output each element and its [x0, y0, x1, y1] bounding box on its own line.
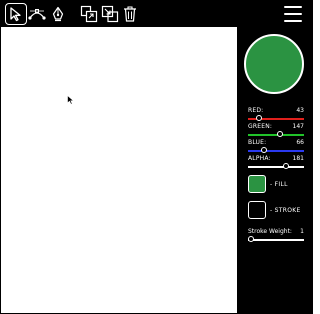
- blue-label: BLUE:: [248, 139, 267, 146]
- pen-nib-icon: [52, 6, 64, 22]
- send-backward-icon: [101, 5, 119, 23]
- stroke-row[interactable]: - STROKE: [248, 200, 301, 220]
- green-value: 147: [292, 123, 304, 130]
- alpha-value: 181: [292, 155, 304, 162]
- red-knob[interactable]: [256, 115, 263, 121]
- green-label: GREEN:: [248, 123, 273, 130]
- pen-tool-button[interactable]: [48, 4, 68, 24]
- node-tool-button[interactable]: [27, 4, 47, 24]
- toolbar: [1, 1, 312, 27]
- fill-swatch[interactable]: [248, 175, 266, 193]
- hamburger-menu-icon[interactable]: [284, 6, 302, 22]
- green-knob[interactable]: [276, 131, 283, 137]
- app-window: RED: 43 GREEN: 147 BLUE: 66 ALPHA: 181 -…: [0, 0, 313, 314]
- color-preview-circle: [244, 34, 304, 94]
- cursor-arrow-icon: [10, 7, 21, 22]
- red-value: 43: [296, 107, 304, 114]
- alpha-label: ALPHA:: [248, 155, 271, 162]
- alpha-track[interactable]: [248, 166, 304, 168]
- drawing-canvas[interactable]: [1, 27, 237, 313]
- stroke-weight-label: Stroke Weight:: [248, 228, 292, 235]
- stroke-weight-slider[interactable]: Stroke Weight: 1: [248, 228, 304, 248]
- fill-label: - FILL: [270, 180, 288, 188]
- color-panel: RED: 43 GREEN: 147 BLUE: 66 ALPHA: 181 -…: [237, 27, 312, 313]
- stroke-weight-value: 1: [300, 228, 304, 235]
- fill-row[interactable]: - FILL: [248, 174, 288, 194]
- blue-value: 66: [296, 139, 304, 146]
- delete-tool-button[interactable]: [120, 4, 140, 24]
- select-tool-button[interactable]: [5, 3, 27, 25]
- stroke-weight-track[interactable]: [248, 239, 304, 241]
- stroke-label: - STROKE: [270, 206, 301, 214]
- trash-icon: [124, 6, 136, 22]
- stroke-swatch[interactable]: [248, 201, 266, 219]
- bring-forward-tool-button[interactable]: [79, 4, 99, 24]
- blue-knob[interactable]: [260, 147, 267, 153]
- alpha-knob[interactable]: [283, 163, 290, 169]
- red-label: RED:: [248, 107, 264, 114]
- alpha-slider[interactable]: ALPHA: 181: [248, 155, 304, 175]
- blue-track[interactable]: [248, 150, 304, 152]
- green-track[interactable]: [248, 134, 304, 136]
- bezier-nodes-icon: [28, 9, 46, 20]
- bring-forward-icon: [80, 5, 98, 23]
- mouse-pointer-icon: [67, 95, 75, 105]
- send-backward-tool-button[interactable]: [100, 4, 120, 24]
- stroke-weight-knob[interactable]: [248, 236, 254, 242]
